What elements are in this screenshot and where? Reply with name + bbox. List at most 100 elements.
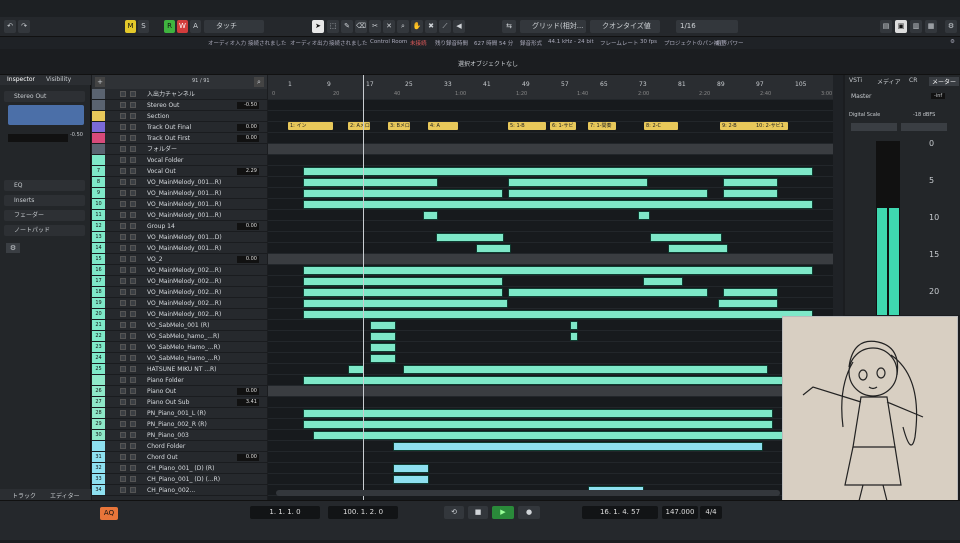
- mute-toggle[interactable]: [120, 113, 126, 119]
- audio-event[interactable]: [668, 244, 728, 253]
- inspector-gear-icon[interactable]: ⚙: [6, 243, 20, 253]
- audio-event[interactable]: [303, 376, 813, 385]
- audio-event[interactable]: [370, 321, 396, 330]
- lane[interactable]: [268, 320, 833, 331]
- section-inserts[interactable]: Inserts: [4, 195, 85, 206]
- lane[interactable]: [268, 111, 833, 122]
- horizontal-scrollbar[interactable]: [276, 490, 780, 496]
- audio-event[interactable]: [723, 189, 778, 198]
- search-icon[interactable]: ⌕: [254, 77, 264, 87]
- audio-event[interactable]: [303, 277, 503, 286]
- track-row[interactable]: Piano Folder: [92, 375, 267, 386]
- mute-toggle[interactable]: [120, 355, 126, 361]
- marker[interactable]: 2: Aメロ: [348, 122, 370, 130]
- track-row[interactable]: 16 VO_MainMelody_002...R): [92, 265, 267, 276]
- track-row[interactable]: 32 CH_Piano_001_ (D) (R): [92, 463, 267, 474]
- track-volume[interactable]: -0.50: [237, 102, 259, 109]
- mute-toggle[interactable]: [120, 443, 126, 449]
- track-row[interactable]: 27 Piano Out Sub 3.41: [92, 397, 267, 408]
- audio-event[interactable]: [423, 211, 438, 220]
- track-row[interactable]: 21 VO_SabMelo_001 (R): [92, 320, 267, 331]
- audio-event[interactable]: [723, 288, 778, 297]
- track-volume[interactable]: 0.00: [237, 388, 259, 395]
- mute-toggle[interactable]: [120, 465, 126, 471]
- mute-toggle[interactable]: [120, 487, 126, 493]
- track-row[interactable]: Vocal Folder: [92, 155, 267, 166]
- mute-toggle[interactable]: [120, 168, 126, 174]
- mute-toggle[interactable]: [120, 366, 126, 372]
- mute-toggle[interactable]: [120, 421, 126, 427]
- mute-toggle[interactable]: [120, 267, 126, 273]
- mute-toggle[interactable]: [120, 289, 126, 295]
- audio-event[interactable]: [303, 310, 813, 319]
- track-row[interactable]: 28 PN_Piano_001_L (R): [92, 408, 267, 419]
- audio-event[interactable]: [476, 244, 511, 253]
- mute-toggle[interactable]: [120, 245, 126, 251]
- marker[interactable]: 5: 1-B: [508, 122, 546, 130]
- lane[interactable]: [268, 452, 833, 463]
- range-tool-icon[interactable]: ⬚: [327, 20, 339, 33]
- solo-toggle[interactable]: [130, 421, 136, 427]
- audio-event[interactable]: [638, 211, 650, 220]
- audio-event[interactable]: [393, 464, 429, 473]
- audio-event[interactable]: [570, 332, 578, 341]
- audio-event[interactable]: [303, 200, 813, 209]
- inspector-track-name[interactable]: Stereo Out: [4, 91, 85, 102]
- mute-toggle[interactable]: [120, 311, 126, 317]
- track-row[interactable]: 20 VO_MainMelody_002...R): [92, 309, 267, 320]
- read-button[interactable]: R: [164, 20, 175, 33]
- section-notepad[interactable]: ノートパッド: [4, 225, 85, 236]
- lane[interactable]: [268, 342, 833, 353]
- solo-toggle[interactable]: [130, 91, 136, 97]
- mute-toggle[interactable]: [120, 344, 126, 350]
- audio-event[interactable]: [303, 420, 773, 429]
- track-row[interactable]: 30 PN_Piano_003: [92, 430, 267, 441]
- mute-toggle[interactable]: [120, 124, 126, 130]
- mute-toggle[interactable]: [120, 157, 126, 163]
- mute-toggle[interactable]: [120, 333, 126, 339]
- solo-toggle[interactable]: [130, 355, 136, 361]
- audio-event[interactable]: [650, 233, 722, 242]
- write-button[interactable]: W: [177, 20, 188, 33]
- lane[interactable]: [268, 309, 833, 320]
- marker[interactable]: 6: 1-サビ: [550, 122, 576, 130]
- audio-event[interactable]: [393, 475, 429, 484]
- mute-toggle[interactable]: [120, 377, 126, 383]
- lane[interactable]: [268, 199, 833, 210]
- audio-event[interactable]: [303, 409, 773, 418]
- track-row[interactable]: Chord Folder: [92, 441, 267, 452]
- cycle-button[interactable]: ⟲: [444, 506, 464, 519]
- section-fader[interactable]: フェーダー: [4, 210, 85, 221]
- mute-toggle[interactable]: [120, 476, 126, 482]
- track-row[interactable]: 15 VO_2 0.00: [92, 254, 267, 265]
- solo-toggle[interactable]: [130, 102, 136, 108]
- audio-event[interactable]: [303, 189, 503, 198]
- pointer-tool-icon[interactable]: ➤: [312, 20, 324, 33]
- lane[interactable]: [268, 287, 833, 298]
- solo-toggle[interactable]: [130, 487, 136, 493]
- mute-toggle[interactable]: [120, 212, 126, 218]
- tab-editor[interactable]: エディター: [50, 491, 80, 500]
- solo-toggle[interactable]: [130, 465, 136, 471]
- audio-event[interactable]: [508, 178, 648, 187]
- audio-event[interactable]: [508, 189, 708, 198]
- track-volume[interactable]: 0.00: [237, 223, 259, 230]
- solo-toggle[interactable]: [130, 256, 136, 262]
- solo-toggle[interactable]: [130, 377, 136, 383]
- meter-reset-icon[interactable]: [901, 123, 947, 131]
- mute-toggle[interactable]: [120, 223, 126, 229]
- audio-event[interactable]: [370, 332, 396, 341]
- solo-toggle[interactable]: [130, 476, 136, 482]
- track-row[interactable]: 12 Group 14 0.00: [92, 221, 267, 232]
- mute-toggle[interactable]: [120, 179, 126, 185]
- mute-toggle[interactable]: [120, 278, 126, 284]
- solo-toggle[interactable]: [130, 322, 136, 328]
- solo-toggle[interactable]: [130, 234, 136, 240]
- track-row[interactable]: 26 Piano Out 0.00: [92, 386, 267, 397]
- solo-toggle[interactable]: [130, 289, 136, 295]
- track-volume[interactable]: 0.00: [237, 256, 259, 263]
- track-row[interactable]: 22 VO_SabMelo_hamo_...R): [92, 331, 267, 342]
- tab-cr[interactable]: CR: [909, 77, 917, 84]
- lane[interactable]: [268, 353, 833, 364]
- tab-vsti[interactable]: VSTi: [849, 77, 862, 84]
